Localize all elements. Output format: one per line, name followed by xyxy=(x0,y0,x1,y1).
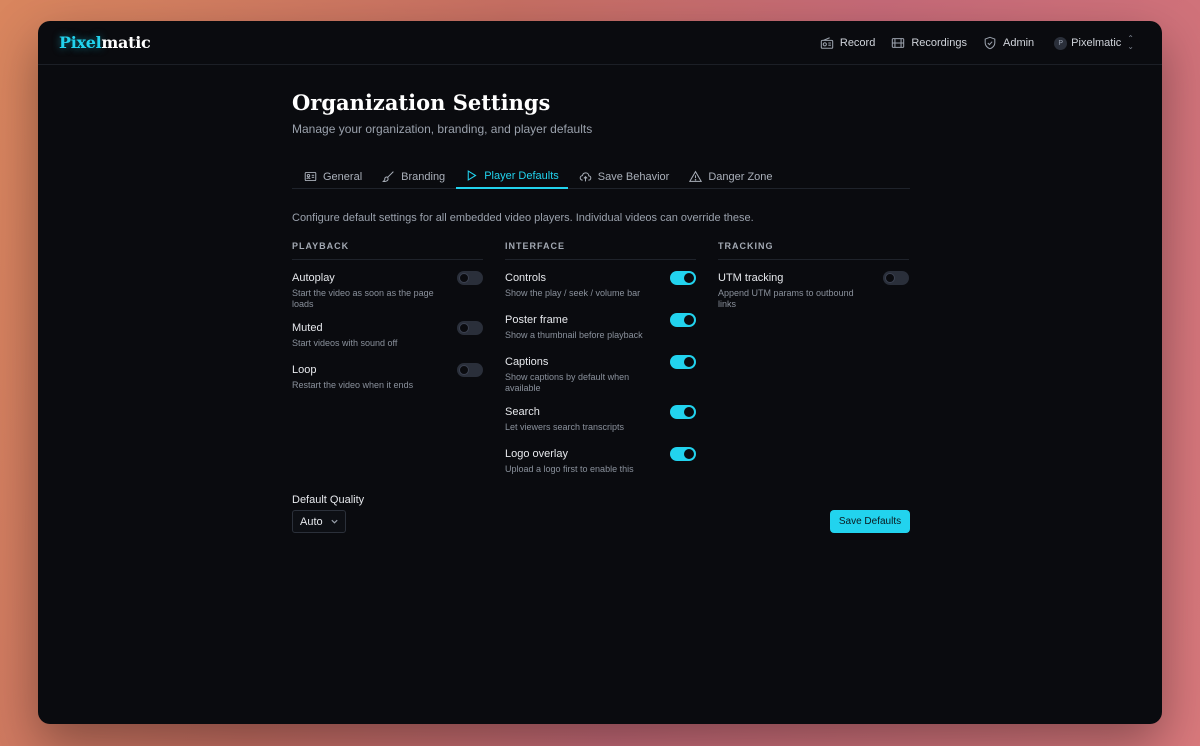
nav-record-label: Record xyxy=(839,37,876,49)
tracking-column: TRACKING UTM tracking Append UTM params … xyxy=(718,241,909,310)
interface-heading: INTERFACE xyxy=(505,241,696,260)
setting-logo-overlay: Logo overlay Upload a logo first to enab… xyxy=(505,447,696,478)
autoplay-toggle[interactable] xyxy=(457,271,483,285)
setting-title: Muted xyxy=(292,322,323,334)
setting-desc: Show captions by default when available xyxy=(505,372,630,393)
setting-desc: Upload a logo first to enable this xyxy=(505,464,634,474)
setting-muted: Muted Start videos with sound off xyxy=(292,321,483,352)
toggle-knob xyxy=(459,323,469,333)
tab-player-defaults[interactable]: Player Defaults xyxy=(456,164,568,189)
default-quality-label: Default Quality xyxy=(292,494,365,506)
setting-controls: Controls Show the play / seek / volume b… xyxy=(505,271,696,302)
setting-desc: Show a thumbnail before playback xyxy=(505,330,643,340)
default-quality-select[interactable]: Auto xyxy=(292,510,346,533)
interface-column: INTERFACE Controls Show the play / seek … xyxy=(505,241,696,478)
nav-admin-label: Admin xyxy=(1002,37,1035,49)
setting-title: Loop xyxy=(292,364,317,376)
setting-title: Search xyxy=(505,406,540,418)
search-toggle[interactable] xyxy=(670,405,696,419)
setting-desc: Let viewers search transcripts xyxy=(505,422,625,432)
film-icon xyxy=(892,38,905,48)
tracking-heading: TRACKING xyxy=(718,241,909,260)
logo-overlay-toggle[interactable] xyxy=(670,447,696,461)
warning-icon xyxy=(689,170,703,182)
top-nav: Record Recordings Admin P Pixelmatic ⌃ ⌄ xyxy=(804,21,1134,65)
tab-danger-zone[interactable]: Danger Zone xyxy=(680,164,781,189)
controls-toggle[interactable] xyxy=(670,271,696,285)
nav-recordings[interactable]: Recordings xyxy=(891,36,967,50)
page-title: Organization Settings xyxy=(292,90,551,115)
tab-save-behavior[interactable]: Save Behavior xyxy=(570,164,679,189)
nav-recordings-label: Recordings xyxy=(911,37,967,49)
setting-desc: Start videos with sound off xyxy=(292,338,398,348)
playback-column: PLAYBACK Autoplay Start the video as soo… xyxy=(292,241,483,394)
setting-search: Search Let viewers search transcripts xyxy=(505,405,696,436)
shield-icon xyxy=(984,36,996,50)
poster-frame-toggle[interactable] xyxy=(670,313,696,327)
avatar: P xyxy=(1054,36,1068,50)
toggle-knob xyxy=(684,315,694,325)
toggle-knob xyxy=(684,273,694,283)
playback-heading: PLAYBACK xyxy=(292,241,483,260)
logo-part-2: matic xyxy=(101,33,151,52)
setting-utm-tracking: UTM tracking Append UTM params to outbou… xyxy=(718,271,909,310)
setting-autoplay: Autoplay Start the video as soon as the … xyxy=(292,271,483,310)
user-menu[interactable]: P Pixelmatic ⌃ ⌄ xyxy=(1054,35,1134,51)
tab-player-defaults-label: Player Defaults xyxy=(484,169,559,182)
tab-general-label: General xyxy=(323,170,363,183)
app-window: Pixelmatic Record Recordings Admin P Pix… xyxy=(38,21,1162,724)
utm-tracking-toggle[interactable] xyxy=(883,271,909,285)
setting-loop: Loop Restart the video when it ends xyxy=(292,363,483,394)
nav-record[interactable]: Record xyxy=(820,36,875,50)
setting-title: Captions xyxy=(505,356,549,368)
tab-general[interactable]: General xyxy=(292,164,371,189)
nav-admin[interactable]: Admin xyxy=(983,36,1034,50)
top-bar: Pixelmatic Record Recordings Admin P Pix… xyxy=(38,21,1162,65)
logo-part-1: Pixel xyxy=(59,33,102,52)
save-defaults-button[interactable]: Save Defaults xyxy=(830,510,910,533)
radio-icon xyxy=(820,37,834,49)
cloud-upload-icon xyxy=(579,172,592,182)
toggle-knob xyxy=(684,449,694,459)
settings-tabs: General Branding Player Defaults Save Be… xyxy=(292,164,910,189)
user-name: Pixelmatic xyxy=(1071,37,1122,49)
muted-toggle[interactable] xyxy=(457,321,483,335)
tab-branding[interactable]: Branding xyxy=(373,164,454,189)
chevron-up-down-icon: ⌃ ⌄ xyxy=(1127,34,1134,51)
setting-title: Poster frame xyxy=(505,314,568,326)
setting-title: Logo overlay xyxy=(505,448,568,460)
page-subtitle: Manage your organization, branding, and … xyxy=(292,122,593,136)
tab-save-behavior-label: Save Behavior xyxy=(597,170,670,183)
toggle-knob xyxy=(885,273,895,283)
setting-title: Controls xyxy=(505,272,546,284)
setting-desc: Append UTM params to outbound links xyxy=(718,288,854,309)
play-icon xyxy=(467,170,477,181)
setting-captions: Captions Show captions by default when a… xyxy=(505,355,696,394)
toggle-knob xyxy=(684,407,694,417)
brush-icon xyxy=(382,171,394,182)
captions-toggle[interactable] xyxy=(670,355,696,369)
id-card-icon xyxy=(304,171,317,182)
tab-danger-zone-label: Danger Zone xyxy=(708,170,773,183)
setting-desc: Restart the video when it ends xyxy=(292,380,414,390)
default-quality-value: Auto xyxy=(300,515,323,528)
setting-title: UTM tracking xyxy=(718,272,784,284)
setting-poster-frame: Poster frame Show a thumbnail before pla… xyxy=(505,313,696,344)
logo[interactable]: Pixelmatic xyxy=(59,33,151,52)
setting-desc: Start the video as soon as the page load… xyxy=(292,288,434,309)
tab-branding-label: Branding xyxy=(401,170,446,183)
setting-desc: Show the play / seek / volume bar xyxy=(505,288,641,298)
chevron-down-icon xyxy=(331,519,338,524)
toggle-knob xyxy=(459,365,469,375)
loop-toggle[interactable] xyxy=(457,363,483,377)
toggle-knob xyxy=(459,273,469,283)
section-description: Configure default settings for all embed… xyxy=(292,212,754,224)
toggle-knob xyxy=(684,357,694,367)
setting-title: Autoplay xyxy=(292,272,335,284)
